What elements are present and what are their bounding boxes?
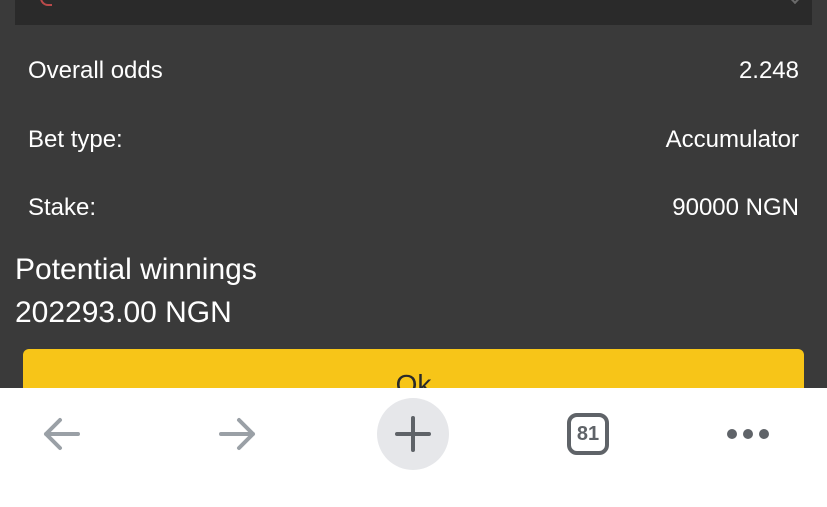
potential-winnings-value: 202293.00 NGN	[15, 296, 232, 329]
bet-slip-panel: Overall odds 2.248 Bet type: Accumulator…	[0, 0, 827, 388]
overall-odds-row: Overall odds 2.248	[28, 56, 799, 86]
overall-odds-value: 2.248	[738, 57, 799, 84]
selection-card-edge[interactable]	[15, 0, 812, 25]
forward-button[interactable]	[201, 398, 273, 470]
bet-type-row: Bet type: Accumulator	[28, 125, 799, 155]
bet-type-label: Bet type:	[28, 126, 123, 153]
tab-count: 81	[576, 422, 600, 445]
back-button[interactable]	[26, 398, 98, 470]
stake-row: Stake: 90000 NGN	[28, 193, 799, 223]
more-menu-button[interactable]	[712, 398, 784, 470]
new-tab-button[interactable]	[377, 398, 449, 470]
chevron-icon[interactable]	[787, 0, 803, 5]
overall-odds-label: Overall odds	[28, 57, 163, 84]
tab-switcher-icon: 81	[567, 413, 609, 455]
tab-switcher-button[interactable]: 81	[552, 398, 624, 470]
new-tab-circle	[377, 398, 449, 470]
ok-button[interactable]: Ok	[23, 349, 804, 388]
potential-winnings-label: Potential winnings	[15, 253, 257, 286]
more-dots-icon	[727, 429, 769, 439]
stake-value: 90000 NGN	[672, 194, 799, 221]
bet-type-value: Accumulator	[665, 126, 799, 153]
browser-toolbar: 81	[0, 388, 827, 507]
arrow-left-icon	[44, 418, 80, 450]
plus-icon	[395, 416, 431, 452]
stake-label: Stake:	[28, 194, 97, 221]
arrow-right-icon	[219, 418, 255, 450]
remove-icon[interactable]	[40, 0, 52, 6]
